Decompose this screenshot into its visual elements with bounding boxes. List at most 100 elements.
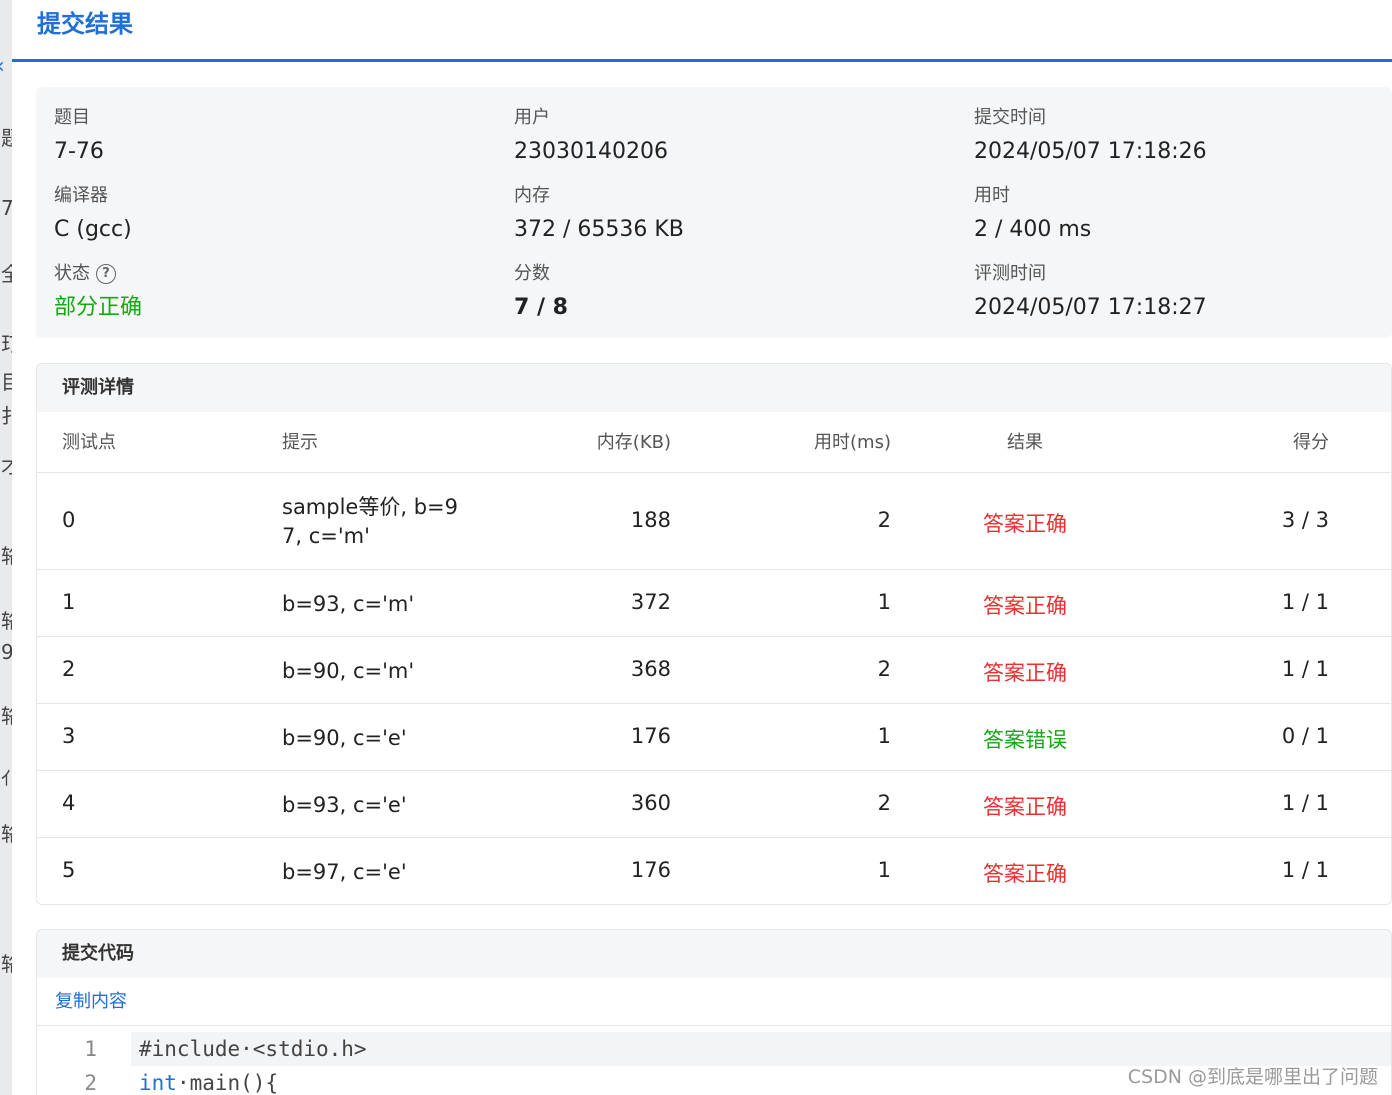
- case-number: 1: [62, 589, 76, 614]
- column-header-time: 用时(ms): [814, 432, 891, 453]
- code-keyword: int: [139, 1071, 177, 1095]
- background-text-fragment: 才: [1, 454, 12, 478]
- case-hint: b=93, c='m': [282, 590, 414, 619]
- case-hint: b=90, c='m': [282, 657, 414, 686]
- table-row: 4 b=93, c='e' 360 2 答案正确 1 / 1: [37, 771, 1391, 838]
- case-score: 0 / 1: [1281, 723, 1329, 748]
- case-hint: b=93, c='e': [282, 791, 407, 820]
- info-label: 分数: [514, 263, 550, 284]
- case-hint-line: b=90, c='e': [282, 725, 407, 750]
- table-row: 2 b=90, c='m' 368 2 答案正确 1 / 1: [37, 637, 1391, 704]
- judge-details-card: 评测详情 测试点 提示 内存(KB) 用时(ms) 结果 得分 0 sample等…: [36, 363, 1392, 905]
- case-time: 2: [877, 790, 891, 815]
- info-submit-time: 提交时间 2024/05/07 17:18:26: [974, 105, 1207, 169]
- table-row: 1 b=93, c='m' 372 1 答案正确 1 / 1: [37, 570, 1391, 637]
- case-hint-line: b=93, c='m': [282, 591, 415, 616]
- case-number: 2: [62, 656, 76, 681]
- background-text-fragment: 辂: [1, 704, 12, 728]
- info-label: 提交时间: [974, 107, 1046, 128]
- background-text-fragment: ｲ: [1, 766, 11, 790]
- memory-value: 372 / 65536 KB: [514, 217, 684, 242]
- code-text: #include·<stdio.h>: [131, 1032, 1391, 1066]
- info-user: 用户 23030140206: [514, 105, 668, 169]
- info-problem: 题目 7-76: [54, 105, 104, 169]
- case-score: 3 / 3: [1281, 507, 1329, 532]
- case-hint-line: 7, c='m': [282, 524, 370, 548]
- page-title: 提交结果: [37, 10, 133, 38]
- case-hint-line: b=90, c='m': [282, 658, 415, 683]
- table-row: 3 b=90, c='e' 176 1 答案错误 0 / 1: [37, 704, 1391, 771]
- code-line: 1 #include·<stdio.h>: [37, 1032, 1391, 1066]
- case-result: 答案正确: [983, 593, 1067, 618]
- case-hint-line: b=97, c='e': [282, 859, 407, 884]
- case-time: 2: [877, 656, 891, 681]
- code-token: #include·<stdio.h>: [139, 1037, 367, 1061]
- case-result: 答案正确: [983, 861, 1067, 886]
- case-number: 5: [62, 857, 76, 882]
- copy-code-button[interactable]: 复制内容: [37, 978, 1391, 1026]
- background-text-fragment: 辂: [1, 952, 12, 976]
- case-time: 2: [877, 507, 891, 532]
- background-text-fragment: 9: [1, 640, 12, 664]
- case-time: 1: [877, 723, 891, 748]
- submission-result-panel: 提交结果 题目 7-76 用户 23030140206 提交时间 2024/05…: [12, 0, 1392, 1095]
- table-row: 5 b=97, c='e' 176 1 答案正确 1 / 1: [37, 838, 1391, 904]
- case-memory: 360: [630, 790, 671, 815]
- case-result: 答案错误: [983, 727, 1067, 752]
- score-value: 7 / 8: [514, 295, 568, 320]
- table-row: 0 sample等价, b=9 7, c='m' 188 2 答案正确 3 / 3: [37, 473, 1391, 570]
- column-header-case: 测试点: [62, 432, 116, 453]
- submit-time-value: 2024/05/07 17:18:26: [974, 139, 1207, 164]
- case-number: 4: [62, 790, 76, 815]
- info-judge-time: 评测时间 2024/05/07 17:18:27: [974, 261, 1207, 325]
- info-label: 内存: [514, 185, 550, 206]
- watermark: CSDN @到底是哪里出了问题: [1127, 1066, 1378, 1088]
- background-text-fragment: 扌: [1, 404, 12, 428]
- case-number: 3: [62, 723, 76, 748]
- info-memory: 内存 372 / 65536 KB: [514, 183, 684, 247]
- info-label: 题目: [54, 107, 90, 128]
- info-time-used: 用时 2 / 400 ms: [974, 183, 1091, 247]
- title-underline: [12, 59, 1392, 62]
- case-time: 1: [877, 857, 891, 882]
- judge-details-title: 评测详情: [37, 364, 1391, 412]
- back-chevron-icon[interactable]: ‹: [0, 54, 5, 79]
- column-header-hint: 提示: [282, 432, 318, 453]
- case-number: 0: [62, 507, 76, 532]
- case-result: 答案正确: [983, 794, 1067, 819]
- info-compiler: 编译器 C (gcc): [54, 183, 132, 247]
- case-hint-line: sample等价, b=9: [282, 495, 458, 519]
- judge-time-value: 2024/05/07 17:18:27: [974, 295, 1207, 320]
- case-memory: 176: [630, 857, 671, 882]
- background-text-fragment: 题: [1, 126, 12, 150]
- submitted-code-title: 提交代码: [37, 930, 1391, 978]
- code-token: ·main(){: [176, 1071, 279, 1095]
- case-result: 答案正确: [983, 660, 1067, 685]
- problem-link[interactable]: 7-76: [54, 135, 104, 169]
- column-header-memory: 内存(KB): [596, 432, 671, 453]
- case-time: 1: [877, 589, 891, 614]
- status-value: 部分正确: [54, 295, 143, 320]
- background-text-fragment: 目: [1, 370, 12, 394]
- case-hint: sample等价, b=9 7, c='m': [282, 493, 458, 551]
- info-label: 用户: [514, 107, 550, 128]
- line-number: 2: [84, 1071, 97, 1095]
- table-header: 测试点 提示 内存(KB) 用时(ms) 结果 得分: [37, 412, 1391, 473]
- background-text-fragment: 玎: [1, 332, 12, 356]
- background-text-fragment: 辂: [1, 822, 12, 846]
- background-text-fragment: 辂: [1, 609, 12, 633]
- background-text-fragment: 全: [1, 262, 12, 286]
- info-label: 评测时间: [974, 263, 1046, 284]
- column-header-result: 结果: [1007, 432, 1043, 453]
- case-score: 1 / 1: [1281, 857, 1329, 882]
- case-hint-line: b=93, c='e': [282, 792, 407, 817]
- question-circle-icon[interactable]: ?: [96, 264, 116, 284]
- column-header-score: 得分: [1293, 432, 1329, 453]
- user-value: 23030140206: [514, 139, 668, 164]
- background-text-fragment: 辂: [1, 544, 12, 568]
- submission-info-card: 题目 7-76 用户 23030140206 提交时间 2024/05/07 1…: [36, 87, 1392, 338]
- case-memory: 368: [630, 656, 671, 681]
- info-label: 状态: [54, 263, 90, 284]
- case-hint: b=90, c='e': [282, 724, 407, 753]
- case-memory: 188: [630, 507, 671, 532]
